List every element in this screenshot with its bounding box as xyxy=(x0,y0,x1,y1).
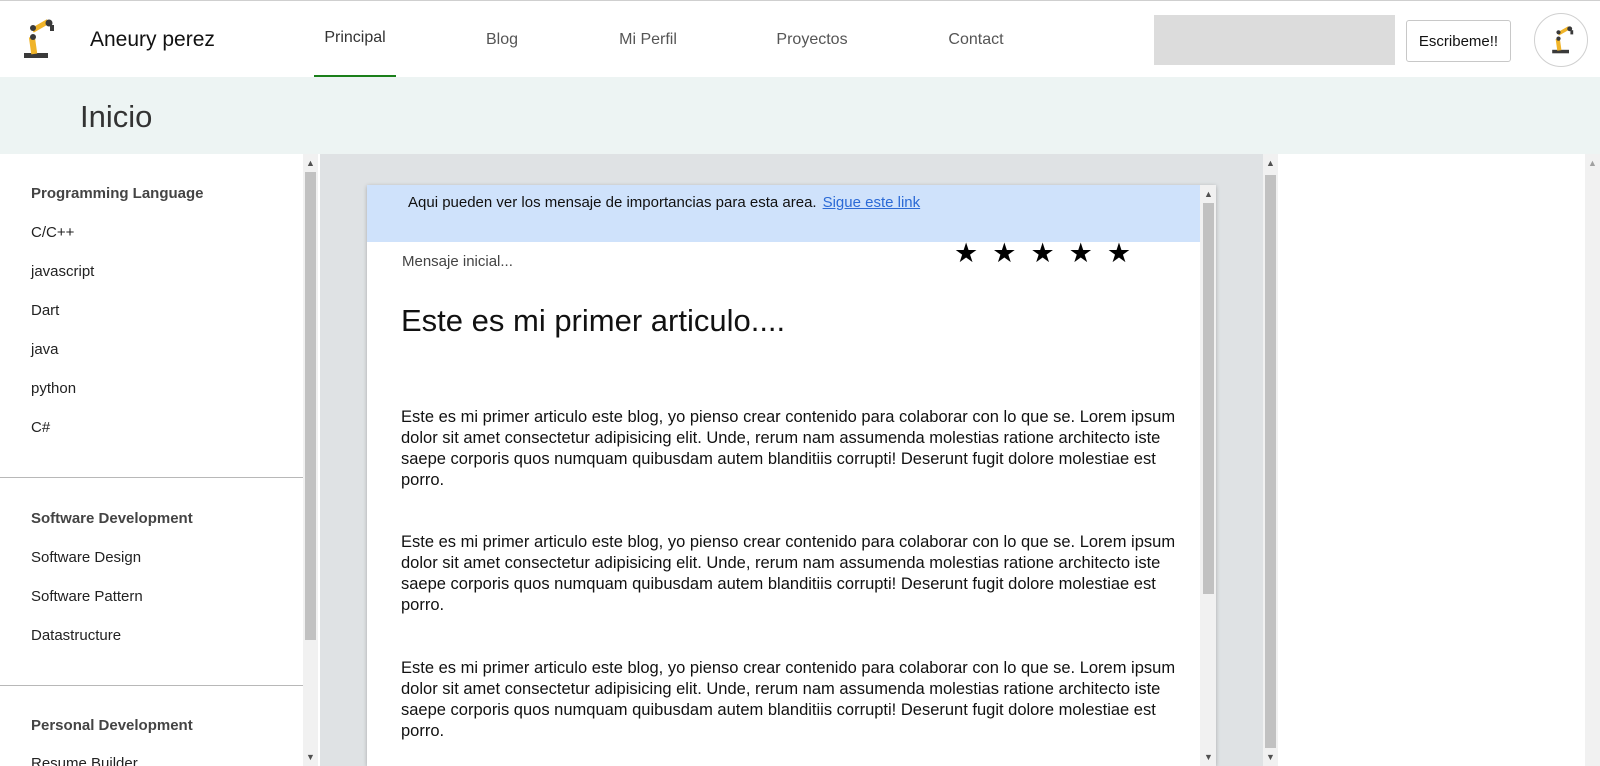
article-paragraph: Este es mi primer articulo este blog, yo… xyxy=(401,408,1176,489)
sidebar-scroll-thumb[interactable] xyxy=(305,172,316,640)
page-scrollbar[interactable] xyxy=(1585,154,1600,766)
brand-name[interactable]: Aneury perez xyxy=(90,28,215,52)
nav-principal[interactable]: Principal xyxy=(314,1,396,78)
star-icon[interactable]: ★ xyxy=(1030,240,1054,267)
scroll-up-arrow-icon[interactable]: ▲ xyxy=(1585,156,1600,170)
sidebar-item-resume-builder[interactable]: Resume Builder xyxy=(31,755,138,766)
sidebar-item-javascript[interactable]: javascript xyxy=(31,263,94,280)
initial-message: Mensaje inicial... xyxy=(402,253,513,270)
sidebar-item-software-pattern[interactable]: Software Pattern xyxy=(31,588,143,605)
sidebar-item-csharp[interactable]: C# xyxy=(31,419,50,436)
notice-banner: Aqui pueden ver los mensaje de importanc… xyxy=(367,185,1200,242)
scroll-up-arrow-icon[interactable]: ▲ xyxy=(303,156,318,170)
sidebar-section-title: Personal Development xyxy=(31,717,193,734)
sidebar-section-title: Programming Language xyxy=(31,185,204,202)
sidebar-item-dart[interactable]: Dart xyxy=(31,302,59,319)
star-icon[interactable]: ★ xyxy=(1069,240,1093,267)
sidebar-divider xyxy=(0,685,303,686)
article-card: Aqui pueden ver los mensaje de importanc… xyxy=(367,185,1216,766)
article-scroll-thumb[interactable] xyxy=(1203,203,1214,594)
robot-arm-icon xyxy=(1552,26,1574,54)
article-title: Este es mi primer articulo.... xyxy=(401,303,786,338)
nav-proyectos[interactable]: Proyectos xyxy=(772,1,852,78)
nav-mi-perfil[interactable]: Mi Perfil xyxy=(612,1,684,78)
write-me-button[interactable]: Escribeme!! xyxy=(1406,20,1511,62)
robot-arm-icon[interactable] xyxy=(20,19,56,59)
sidebar-item-software-design[interactable]: Software Design xyxy=(31,549,141,566)
sidebar-section-title: Software Development xyxy=(31,510,193,527)
sidebar-divider xyxy=(0,477,303,478)
notice-text: Aqui pueden ver los mensaje de importanc… xyxy=(408,194,920,211)
page-title: Inicio xyxy=(80,99,153,134)
sidebar-item-datastructure[interactable]: Datastructure xyxy=(31,627,121,644)
notice-link[interactable]: Sigue este link xyxy=(823,194,921,211)
sidebar-item-java[interactable]: java xyxy=(31,341,59,358)
content-scroll-thumb[interactable] xyxy=(1265,175,1276,748)
nav-blog[interactable]: Blog xyxy=(480,1,524,78)
avatar[interactable] xyxy=(1534,13,1588,67)
page-frame: Aneury perez Principal Blog Mi Perfil Pr… xyxy=(0,0,1600,766)
scroll-up-arrow-icon[interactable]: ▲ xyxy=(1263,156,1278,170)
page-title-band: Inicio xyxy=(0,77,1600,154)
sidebar-item-c-cpp[interactable]: C/C++ xyxy=(31,224,74,241)
star-icon[interactable]: ★ xyxy=(992,240,1016,267)
scroll-up-arrow-icon[interactable]: ▲ xyxy=(1201,187,1216,201)
notice-message: Aqui pueden ver los mensaje de importanc… xyxy=(408,194,817,211)
scroll-down-arrow-icon[interactable]: ▼ xyxy=(303,750,318,764)
scroll-down-arrow-icon[interactable]: ▼ xyxy=(1201,750,1216,764)
star-icon[interactable]: ★ xyxy=(1107,240,1131,267)
right-panel xyxy=(1280,154,1580,766)
article-paragraph: Este es mi primer articulo este blog, yo… xyxy=(401,659,1176,740)
star-icon[interactable]: ★ xyxy=(954,240,978,267)
scroll-down-arrow-icon[interactable]: ▼ xyxy=(1263,750,1278,764)
article-paragraph: Este es mi primer articulo este blog, yo… xyxy=(401,533,1176,614)
sidebar: Programming Language C/C++ javascript Da… xyxy=(0,154,303,766)
top-navbar: Aneury perez Principal Blog Mi Perfil Pr… xyxy=(0,0,1600,78)
nav-contact[interactable]: Contact xyxy=(944,1,1008,78)
search-input[interactable] xyxy=(1154,15,1395,65)
star-rating[interactable]: ★ ★ ★ ★ ★ xyxy=(954,240,1131,267)
sidebar-item-python[interactable]: python xyxy=(31,380,76,397)
